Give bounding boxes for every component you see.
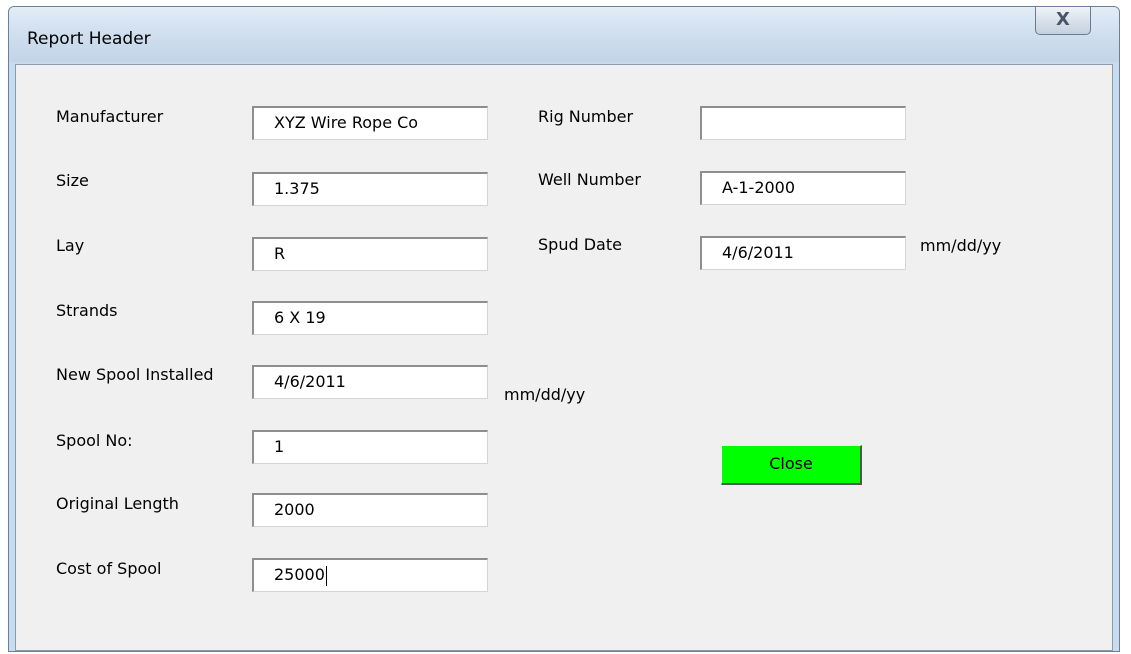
- lay-label: Lay: [56, 236, 85, 255]
- size-field[interactable]: 1.375: [252, 172, 488, 206]
- title-bar[interactable]: Report Header X: [9, 7, 1119, 62]
- spud-date-format-hint: mm/dd/yy: [920, 236, 1002, 255]
- new-spool-installed-field[interactable]: 4/6/2011: [252, 365, 488, 399]
- rig-number-label: Rig Number: [538, 107, 634, 126]
- form-panel: Manufacturer Size Lay Strands New Spool …: [15, 64, 1113, 651]
- well-number-label: Well Number: [538, 170, 641, 189]
- report-header-window: Report Header X Manufacturer Size Lay St…: [8, 6, 1120, 652]
- cost-of-spool-field[interactable]: 25000: [252, 558, 488, 592]
- cost-of-spool-value: 25000: [274, 565, 325, 584]
- new-spool-date-format-hint: mm/dd/yy: [504, 385, 586, 404]
- spool-no-label: Spool No:: [56, 431, 133, 450]
- text-cursor: [325, 565, 327, 586]
- size-label: Size: [56, 171, 89, 190]
- manufacturer-label: Manufacturer: [56, 107, 164, 126]
- strands-label: Strands: [56, 301, 118, 320]
- close-button[interactable]: Close: [721, 445, 862, 485]
- spud-date-label: Spud Date: [538, 235, 622, 254]
- rig-number-field[interactable]: [700, 106, 906, 140]
- original-length-field[interactable]: 2000: [252, 493, 488, 527]
- window-close-icon[interactable]: X: [1035, 7, 1091, 35]
- new-spool-installed-label: New Spool Installed: [56, 365, 214, 384]
- well-number-field[interactable]: A-1-2000: [700, 171, 906, 205]
- spool-no-field[interactable]: 1: [252, 430, 488, 464]
- manufacturer-field[interactable]: XYZ Wire Rope Co: [252, 106, 488, 140]
- lay-field[interactable]: R: [252, 237, 488, 271]
- spud-date-field[interactable]: 4/6/2011: [700, 236, 906, 270]
- original-length-label: Original Length: [56, 494, 179, 513]
- window-title: Report Header: [27, 29, 151, 49]
- cost-of-spool-label: Cost of Spool: [56, 559, 162, 578]
- strands-field[interactable]: 6 X 19: [252, 301, 488, 335]
